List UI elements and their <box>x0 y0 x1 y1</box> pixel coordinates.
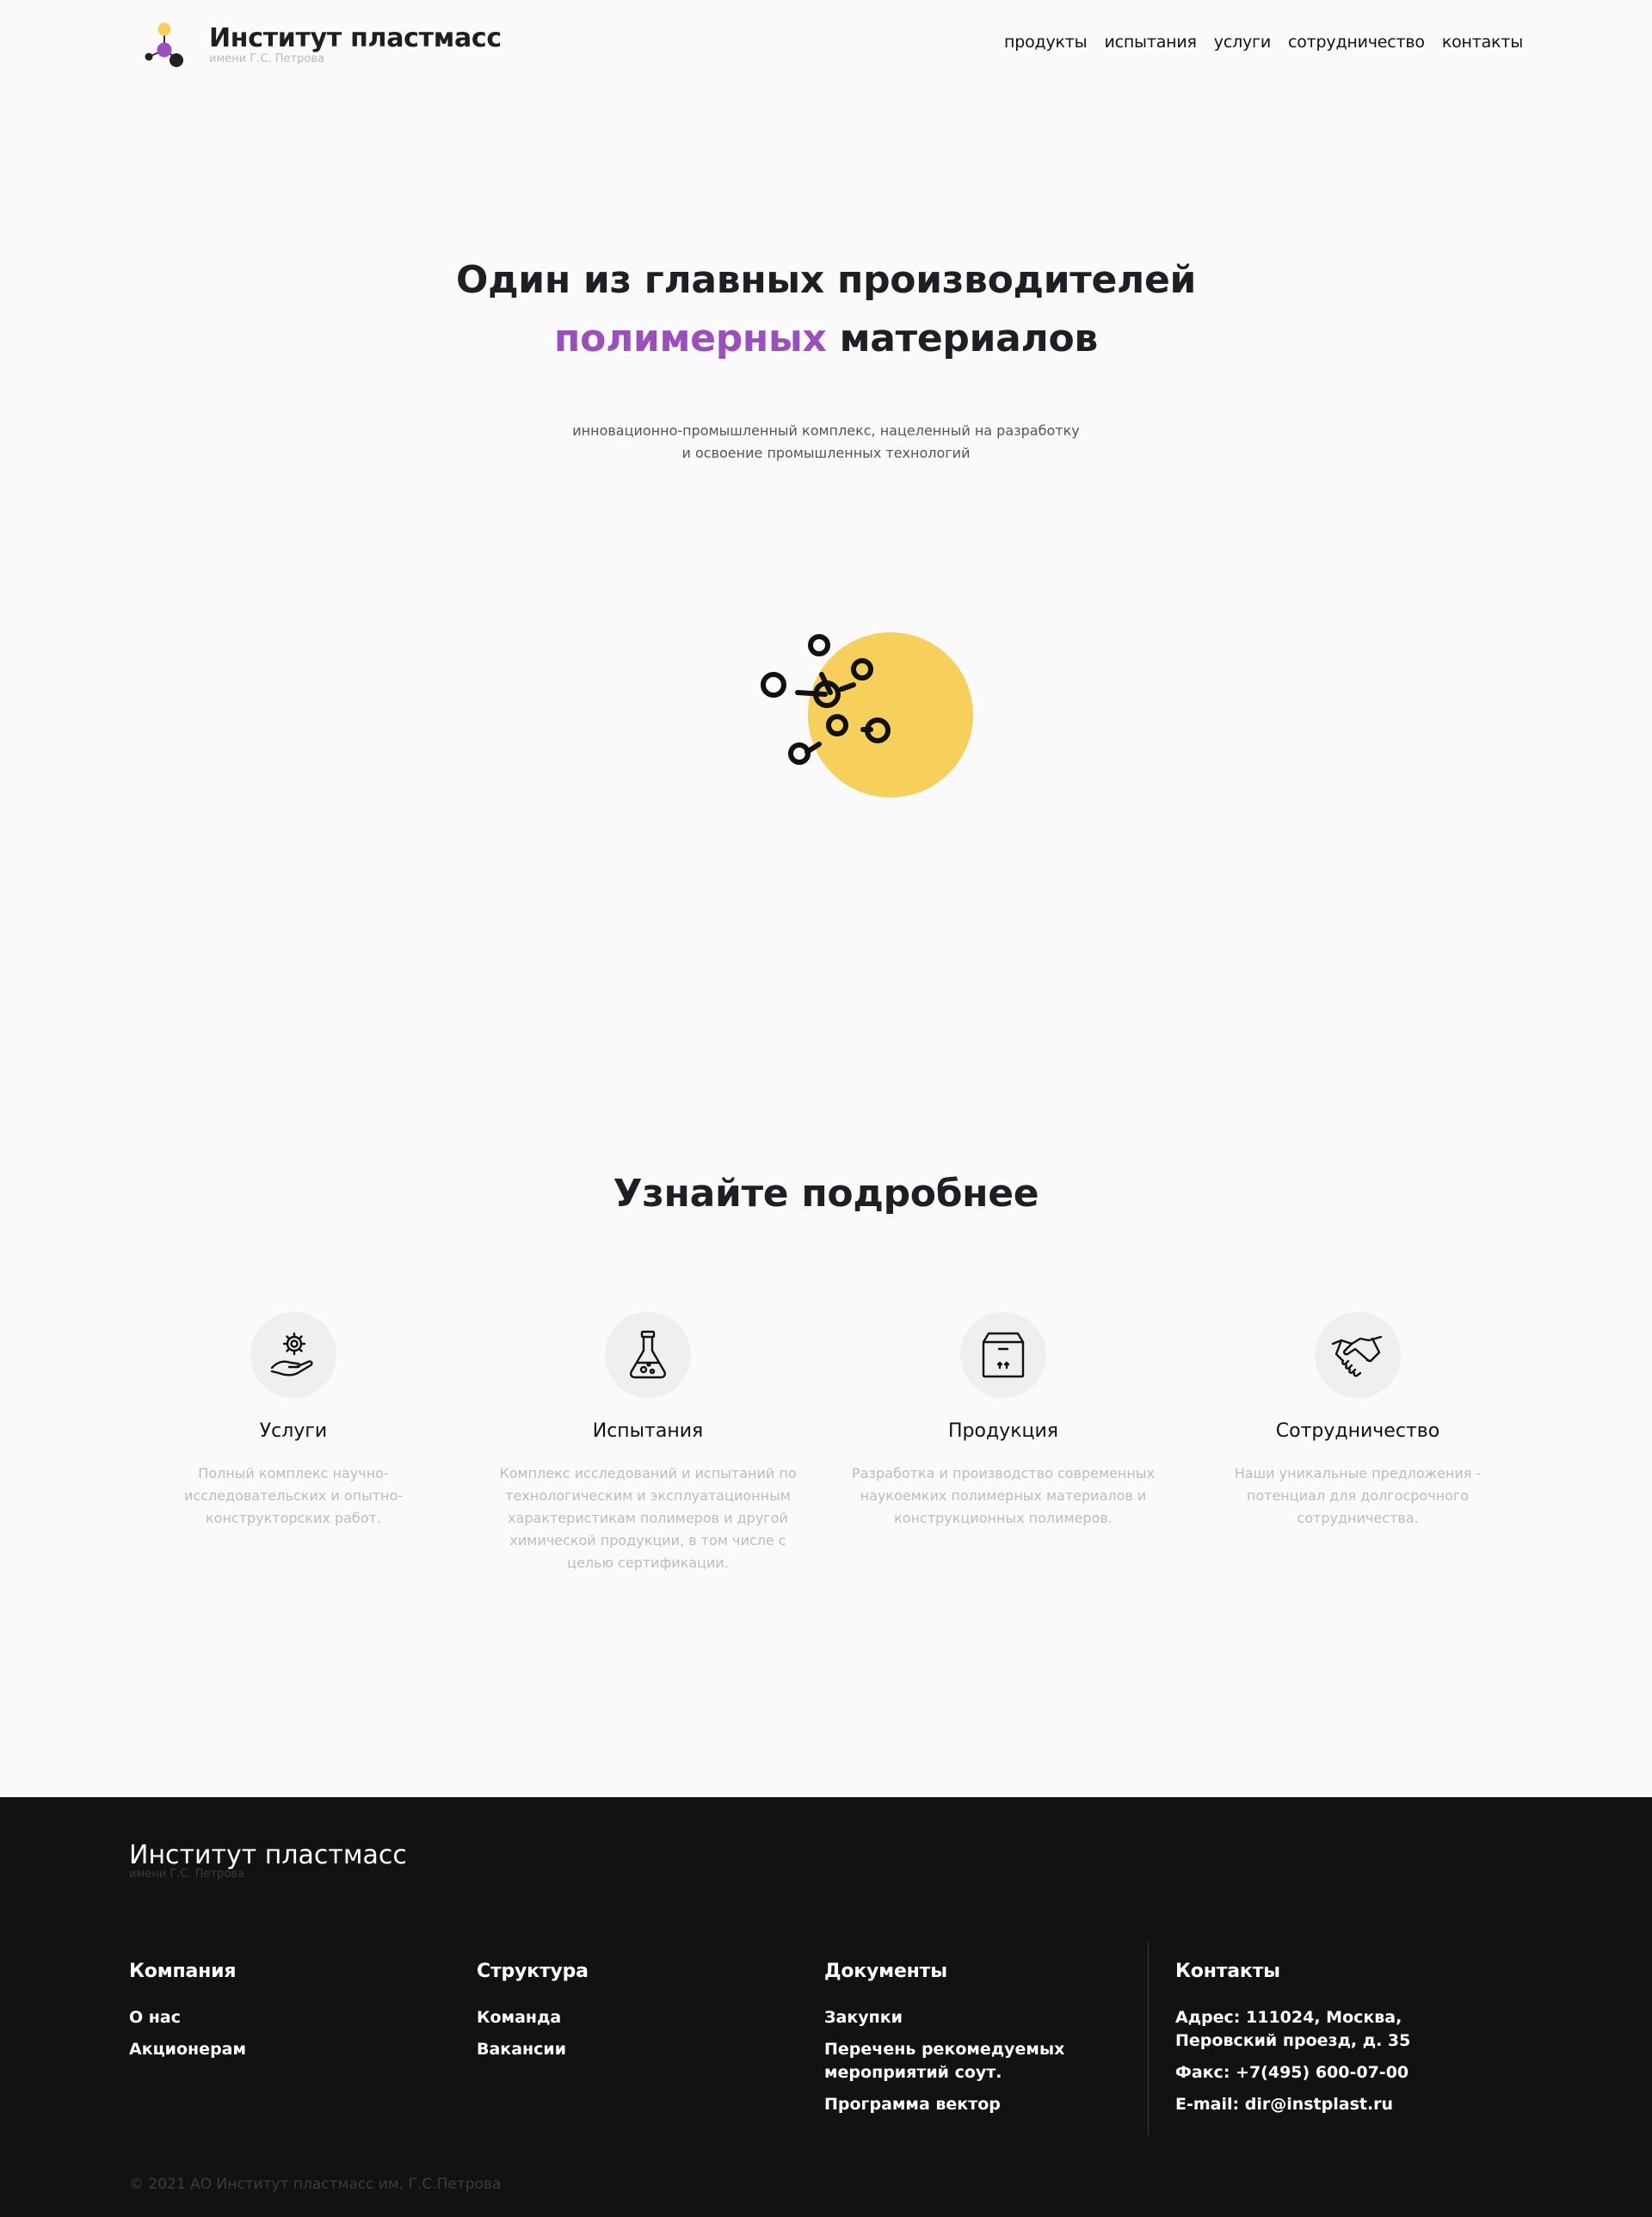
feature-title: Сотрудничество <box>1275 1420 1440 1442</box>
logo-subtitle: имени Г.С. Петрова <box>209 52 324 65</box>
feature-card-cooperation[interactable]: Сотрудничество Наши уникальные предложен… <box>1194 1312 1521 1530</box>
feature-description: Комплекс исследований и испытаний по тех… <box>499 1465 797 1571</box>
site-header: Институт пластмасс имени Г.С. Петрова пр… <box>0 0 1652 95</box>
footer-column-structure: Структура Команда Вакансии <box>477 1961 804 2070</box>
footer-logo-subtitle: имени Г.С. Петрова <box>129 1868 244 1881</box>
logo-molecule-icon[interactable] <box>143 22 186 69</box>
feature-card-products[interactable]: Продукция Разработка и производство совр… <box>840 1312 1167 1530</box>
footer-link-about[interactable]: О нас <box>129 2006 456 2029</box>
footer-link-shareholders[interactable]: Акционерам <box>129 2038 456 2061</box>
feature-description: Наши уникальные предложения - потенциал … <box>1234 1465 1482 1526</box>
footer-link-vacancies[interactable]: Вакансии <box>477 2038 804 2061</box>
footer-logo-title[interactable]: Институт пластмасс <box>129 1840 407 1870</box>
feature-description: Разработка и производство современных на… <box>852 1465 1155 1526</box>
logo-title[interactable]: Институт пластмасс <box>209 23 502 53</box>
feature-icon-circle <box>605 1312 691 1398</box>
site-footer: Институт пластмасс имени Г.С. Петрова Ко… <box>0 1797 1652 2217</box>
footer-column-documents: Документы Закупки Перечень рекомедуемых … <box>824 1961 1082 2125</box>
molecule-illustration-icon <box>761 632 973 798</box>
feature-card-tests[interactable]: Испытания Комплекс исследований и испыта… <box>484 1312 811 1574</box>
nav-tests[interactable]: испытания <box>1104 33 1197 52</box>
feature-icon-circle <box>1315 1312 1401 1398</box>
main-nav: продукты испытания услуги сотрудничество… <box>1004 33 1523 52</box>
nav-services[interactable]: услуги <box>1214 33 1271 52</box>
footer-link-vector-program[interactable]: Программа вектор <box>824 2093 1082 2116</box>
footer-heading: Структура <box>477 1961 589 1982</box>
nav-cooperation[interactable]: сотрудничество <box>1288 33 1425 52</box>
nav-contacts[interactable]: контакты <box>1442 33 1523 52</box>
hero-title-rest: материалов <box>826 317 1099 360</box>
footer-email-link[interactable]: E-mail: dir@instplast.ru <box>1175 2093 1494 2116</box>
footer-heading: Контакты <box>1175 1961 1280 1982</box>
footer-address: Адрес: 111024, Москва, Перовский проезд,… <box>1175 2008 1411 2050</box>
flask-icon <box>630 1330 666 1379</box>
feature-icon-circle <box>250 1312 336 1398</box>
feature-title: Испытания <box>592 1420 704 1442</box>
footer-link-team[interactable]: Команда <box>477 2006 804 2029</box>
nav-products[interactable]: продукты <box>1004 33 1088 52</box>
feature-title: Услуги <box>259 1420 328 1442</box>
feature-description: Полный комплекс научно-исследовательских… <box>183 1465 404 1526</box>
footer-link-measures-list[interactable]: Перечень рекомедуемых мероприятий соут. <box>824 2038 1082 2085</box>
footer-column-contacts: Контакты Адрес: 111024, Москва, Перовски… <box>1175 1961 1494 2125</box>
feature-icon-circle <box>960 1312 1046 1398</box>
footer-link-purchases[interactable]: Закупки <box>824 2006 1082 2029</box>
handshake-icon <box>1331 1335 1383 1377</box>
gear-hand-icon <box>270 1332 313 1376</box>
box-icon <box>982 1332 1025 1378</box>
section-title: Узнайте подробнее <box>613 1172 1039 1216</box>
feature-title: Продукция <box>948 1420 1058 1442</box>
footer-column-company: Компания О нас Акционерам <box>129 1961 456 2070</box>
footer-fax[interactable]: Факс: +7(495) 600-07-00 <box>1175 2061 1494 2085</box>
hero-title-accent: полимерных <box>554 317 827 360</box>
footer-divider <box>1148 1942 1149 2135</box>
feature-card-services[interactable]: Услуги Полный комплекс научно-исследоват… <box>130 1312 457 1530</box>
footer-heading: Компания <box>129 1961 237 1982</box>
footer-copyright: © 2021 АО Институт пластмасс им. Г.С.Пет… <box>129 2176 502 2193</box>
footer-heading: Документы <box>824 1961 947 1982</box>
hero-title: Один из главных производителей полимерны… <box>0 251 1652 368</box>
hero-subtitle: инновационно-промышленный комплекс, наце… <box>572 422 1080 461</box>
hero-title-line1: Один из главных производителей <box>455 258 1197 302</box>
